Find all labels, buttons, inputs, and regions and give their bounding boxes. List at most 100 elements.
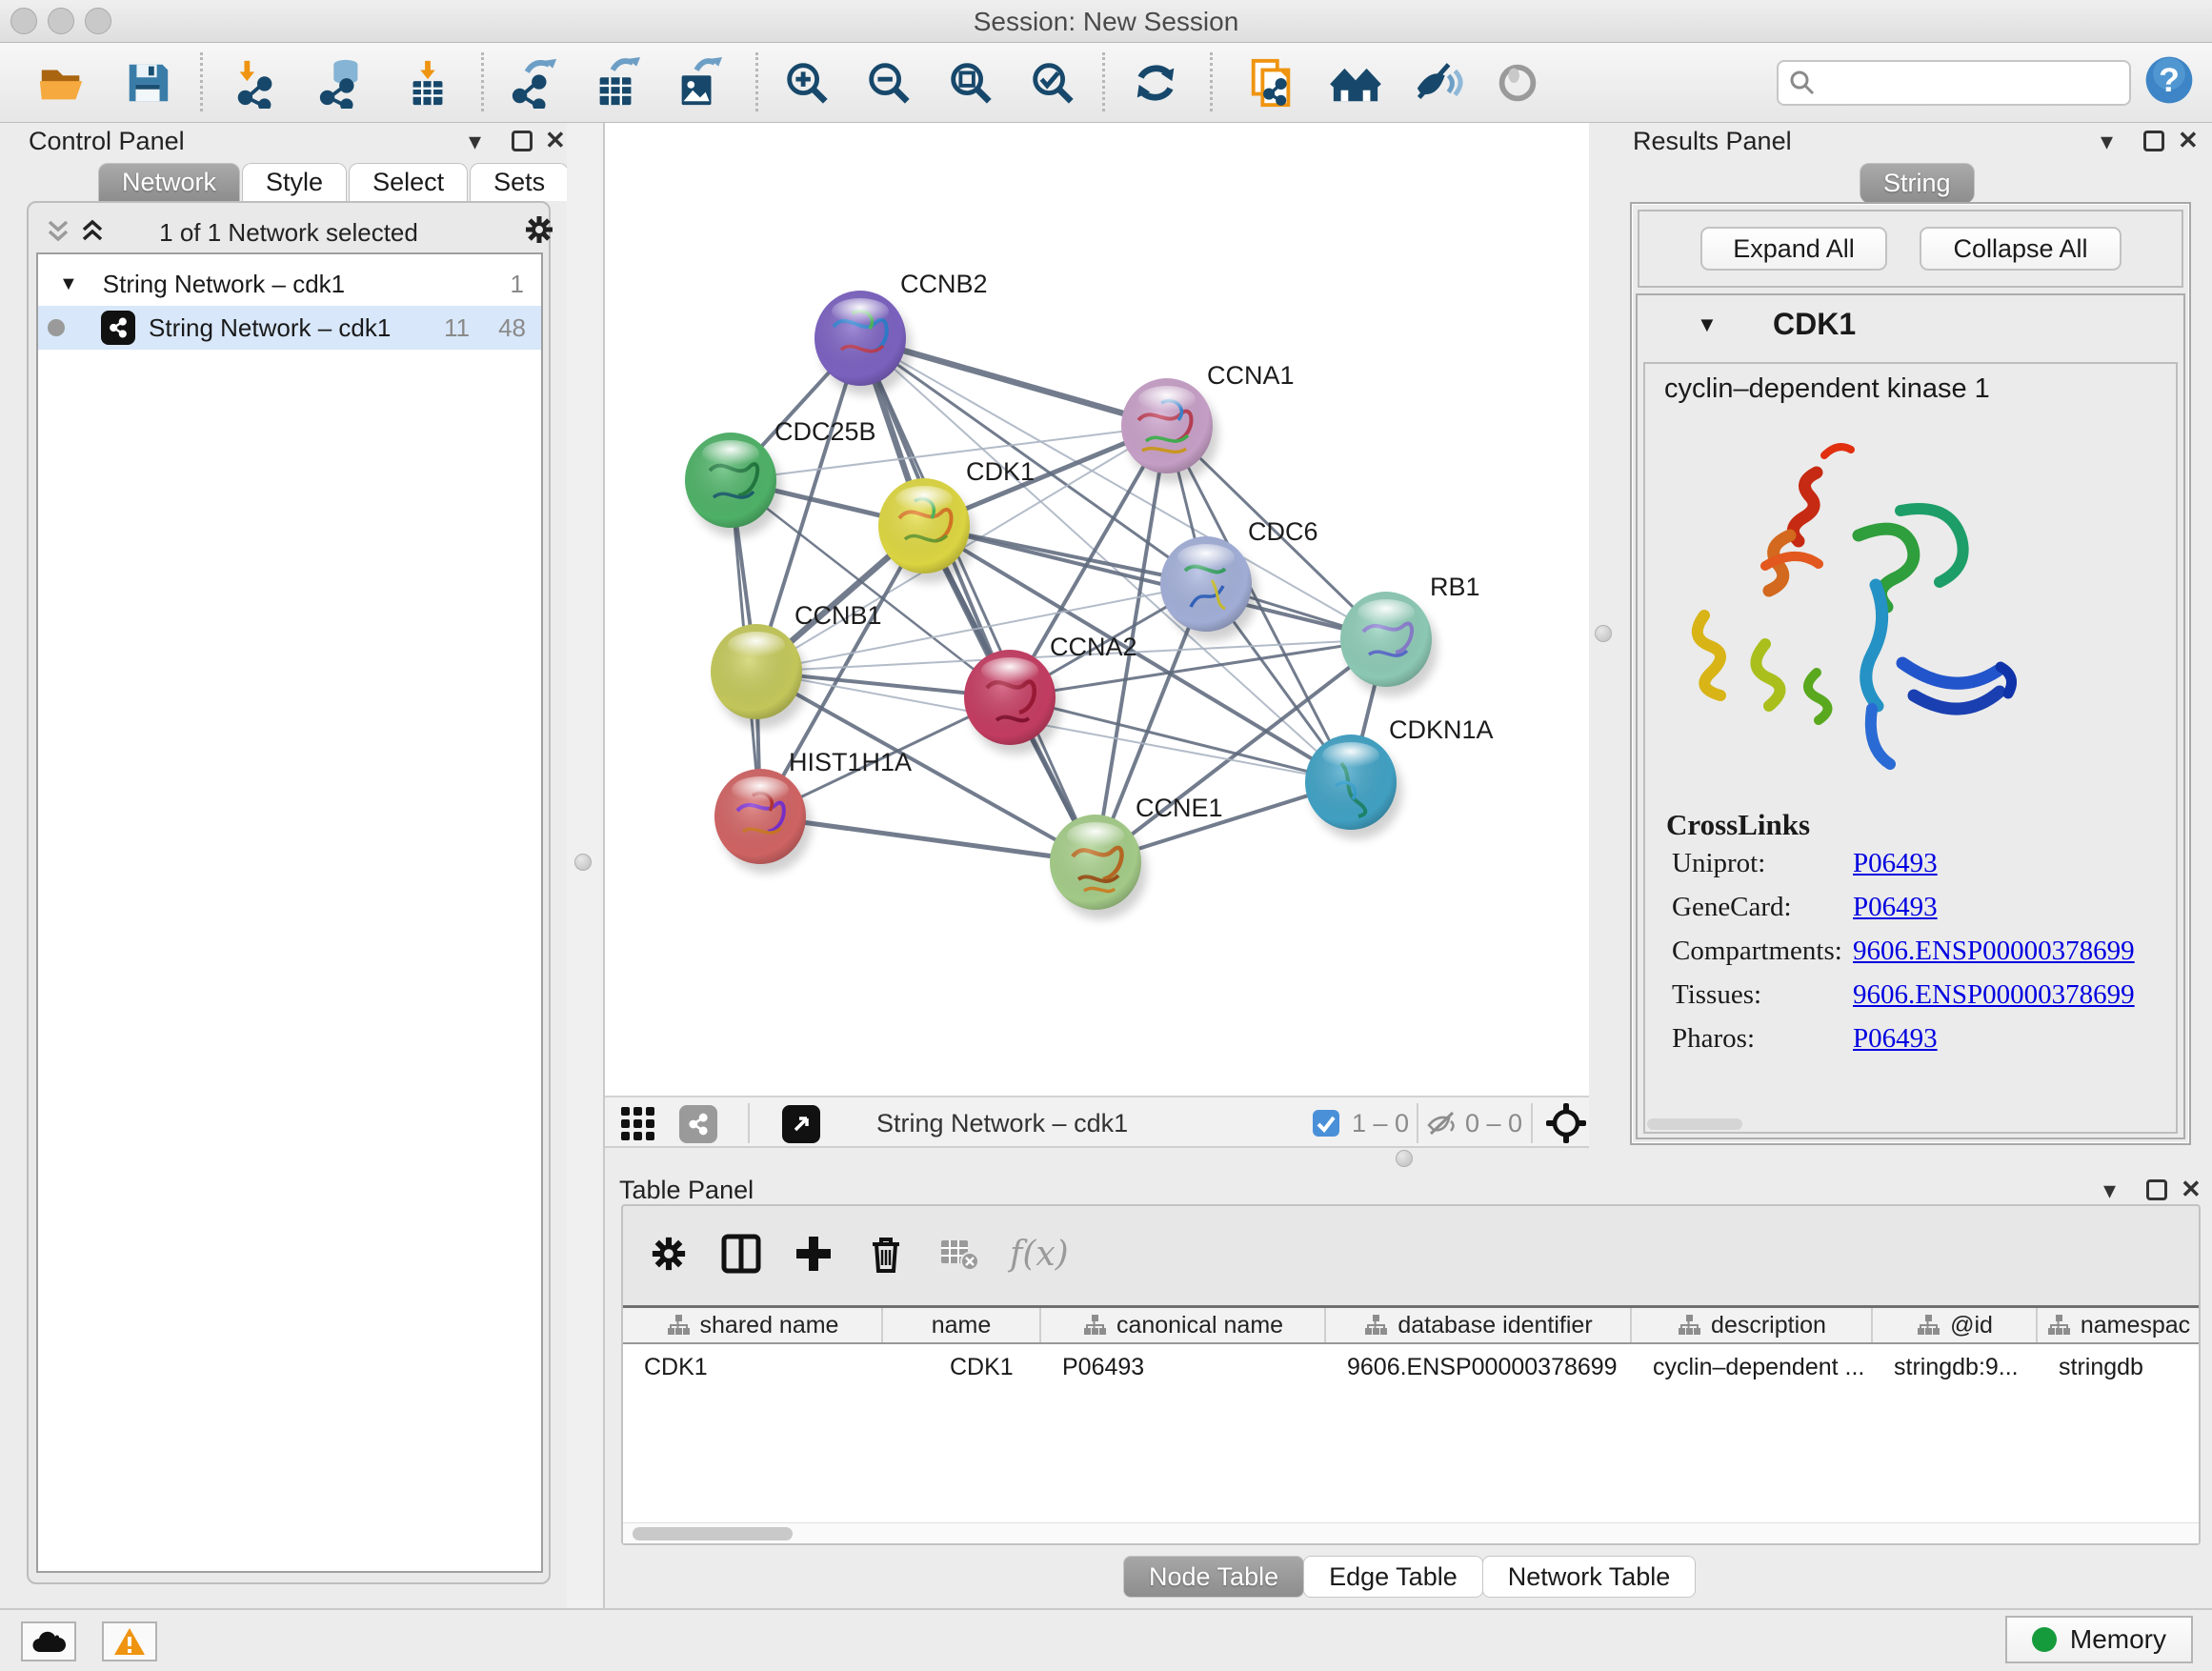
node-RB1[interactable]: RB1	[1340, 573, 1480, 696]
column-header-canonical-name[interactable]: canonical name	[1041, 1308, 1326, 1342]
crosshair-icon[interactable]	[1544, 1101, 1588, 1145]
expand-all-button[interactable]: Expand All	[1700, 227, 1887, 271]
tab-string[interactable]: String	[1860, 163, 1975, 203]
panel-close-icon[interactable]: ✕	[2178, 128, 2199, 152]
node-CCNE1[interactable]: CCNE1	[1050, 794, 1223, 919]
refresh-icon[interactable]	[1128, 55, 1183, 111]
cell-name[interactable]: CDK1	[883, 1346, 1041, 1388]
pharos-link[interactable]: P06493	[1853, 1023, 1938, 1055]
cloud-button[interactable]	[21, 1621, 76, 1661]
tab-style[interactable]: Style	[242, 163, 347, 201]
panel-close-icon[interactable]: ✕	[545, 128, 566, 152]
table-header-row: shared name name canonical name database…	[623, 1308, 2199, 1344]
string-view-icon[interactable]	[679, 1105, 717, 1143]
node-CCNB1[interactable]: CCNB1	[711, 601, 882, 729]
grid-view-icon[interactable]	[619, 1105, 657, 1143]
import-database-icon[interactable]	[314, 55, 370, 111]
tab-network[interactable]: Network	[98, 163, 240, 201]
panel-float-icon[interactable]	[512, 131, 533, 151]
zoom-in-icon[interactable]	[779, 55, 835, 111]
node-CDKN1A[interactable]: CDKN1A	[1305, 715, 1494, 839]
tab-sets[interactable]: Sets	[470, 163, 569, 201]
search-input[interactable]	[1817, 69, 2102, 98]
clone-network-icon[interactable]	[1244, 55, 1299, 111]
gear-icon[interactable]	[522, 212, 556, 247]
add-column-icon[interactable]	[793, 1233, 835, 1275]
import-table-icon[interactable]	[400, 55, 455, 111]
help-icon[interactable]: ?	[2142, 52, 2197, 108]
column-header-namespace[interactable]: namespac	[2038, 1308, 2199, 1342]
panel-menu-icon[interactable]: ▾	[2101, 129, 2113, 153]
warnings-button[interactable]	[102, 1621, 157, 1661]
node-HIST1H1A[interactable]: HIST1H1A	[714, 748, 912, 874]
tab-network-table[interactable]: Network Table	[1482, 1556, 1697, 1598]
home-networks-icon[interactable]	[1328, 55, 1383, 111]
column-header-id[interactable]: @id	[1873, 1308, 2038, 1342]
table-settings-gear-icon[interactable]	[648, 1233, 690, 1275]
network-canvas[interactable]: CCNB2 CCNA1 CDC25B	[605, 123, 1589, 1096]
column-header-description[interactable]: description	[1632, 1308, 1873, 1342]
splitter-handle[interactable]	[1595, 625, 1612, 642]
window-title: Session: New Session	[0, 7, 2212, 37]
cell-database-identifier[interactable]: 9606.ENSP00000378699	[1326, 1346, 1632, 1388]
panel-float-icon[interactable]	[2143, 131, 2164, 151]
cell-canonical-name[interactable]: P06493	[1041, 1346, 1326, 1388]
cell-id[interactable]: stringdb:9...	[1873, 1346, 2038, 1388]
tab-edge-table[interactable]: Edge Table	[1303, 1556, 1483, 1598]
panel-float-icon[interactable]	[2146, 1179, 2167, 1200]
compartments-link[interactable]: 9606.ENSP00000378699	[1853, 936, 2135, 967]
panel-menu-icon[interactable]: ▾	[469, 129, 481, 153]
tab-select[interactable]: Select	[349, 163, 468, 201]
gene-header-row[interactable]: ▼ CDK1	[1638, 295, 2183, 362]
panel-menu-icon[interactable]: ▾	[2103, 1178, 2116, 1202]
column-header-name[interactable]: name	[883, 1308, 1041, 1342]
panel-close-icon[interactable]: ✕	[2181, 1177, 2202, 1201]
table-row[interactable]: CDK1 CDK1 P06493 9606.ENSP00000378699 cy…	[623, 1346, 2199, 1388]
horizontal-scrollbar-thumb[interactable]	[1647, 1118, 1742, 1130]
column-header-shared-name[interactable]: shared name	[623, 1308, 883, 1342]
tissues-link[interactable]: 9606.ENSP00000378699	[1853, 979, 2135, 1011]
node-CCNA1[interactable]: CCNA1	[1121, 361, 1295, 483]
delete-column-icon[interactable]	[865, 1233, 907, 1275]
scrollbar-thumb[interactable]	[633, 1527, 793, 1540]
cell-namespace[interactable]: stringdb	[2038, 1346, 2199, 1388]
node-label: CCNA1	[1207, 361, 1295, 390]
selected-checkbox-icon[interactable]	[1312, 1109, 1340, 1137]
cell-shared-name[interactable]: CDK1	[623, 1346, 883, 1388]
column-header-database-identifier[interactable]: database identifier	[1326, 1308, 1632, 1342]
open-folder-icon[interactable]	[34, 55, 90, 111]
collection-expand-icon[interactable]: ▼	[59, 273, 78, 295]
genecard-link[interactable]: P06493	[1853, 892, 1938, 923]
crosslink-label: Uniprot:	[1672, 848, 1765, 879]
splitter-handle[interactable]	[574, 854, 592, 871]
zoom-selected-icon[interactable]	[1025, 55, 1080, 111]
vertical-splitter[interactable]	[567, 123, 605, 1608]
node-CCNB2[interactable]: CCNB2	[814, 270, 988, 395]
export-image-icon[interactable]	[671, 55, 726, 111]
export-table-icon[interactable]	[589, 55, 644, 111]
table-horizontal-scrollbar[interactable]	[623, 1522, 2199, 1543]
network-row-selected[interactable]: String Network – cdk1 11 48	[38, 306, 541, 350]
node-label: RB1	[1430, 573, 1480, 601]
node-CDC6[interactable]: CDC6	[1160, 517, 1318, 641]
results-splitter[interactable]	[1589, 123, 1619, 1158]
collapse-all-button[interactable]: Collapse All	[1920, 227, 2122, 271]
zoom-fit-icon[interactable]	[943, 55, 998, 111]
save-icon[interactable]	[120, 55, 175, 111]
tab-node-table[interactable]: Node Table	[1123, 1556, 1304, 1598]
splitter-handle[interactable]	[1396, 1150, 1413, 1167]
import-network-icon[interactable]	[229, 55, 284, 111]
hide-unhide-icon[interactable]	[1410, 55, 1465, 111]
cell-description[interactable]: cyclin–dependent ...	[1632, 1346, 1873, 1388]
node-label: HIST1H1A	[789, 748, 912, 776]
uniprot-link[interactable]: P06493	[1853, 848, 1938, 879]
node-table: shared name name canonical name database…	[623, 1305, 2199, 1543]
export-network-icon[interactable]	[507, 55, 562, 111]
section-collapse-icon[interactable]: ▼	[1697, 312, 1718, 337]
memory-button[interactable]: Memory	[2005, 1616, 2193, 1663]
gene-description: cyclin–dependent kinase 1	[1664, 373, 1990, 405]
network-collection-row[interactable]: ▼ String Network – cdk1 1	[38, 262, 541, 306]
show-columns-icon[interactable]	[720, 1233, 762, 1275]
zoom-out-icon[interactable]	[861, 55, 916, 111]
open-in-window-icon[interactable]	[782, 1105, 820, 1143]
